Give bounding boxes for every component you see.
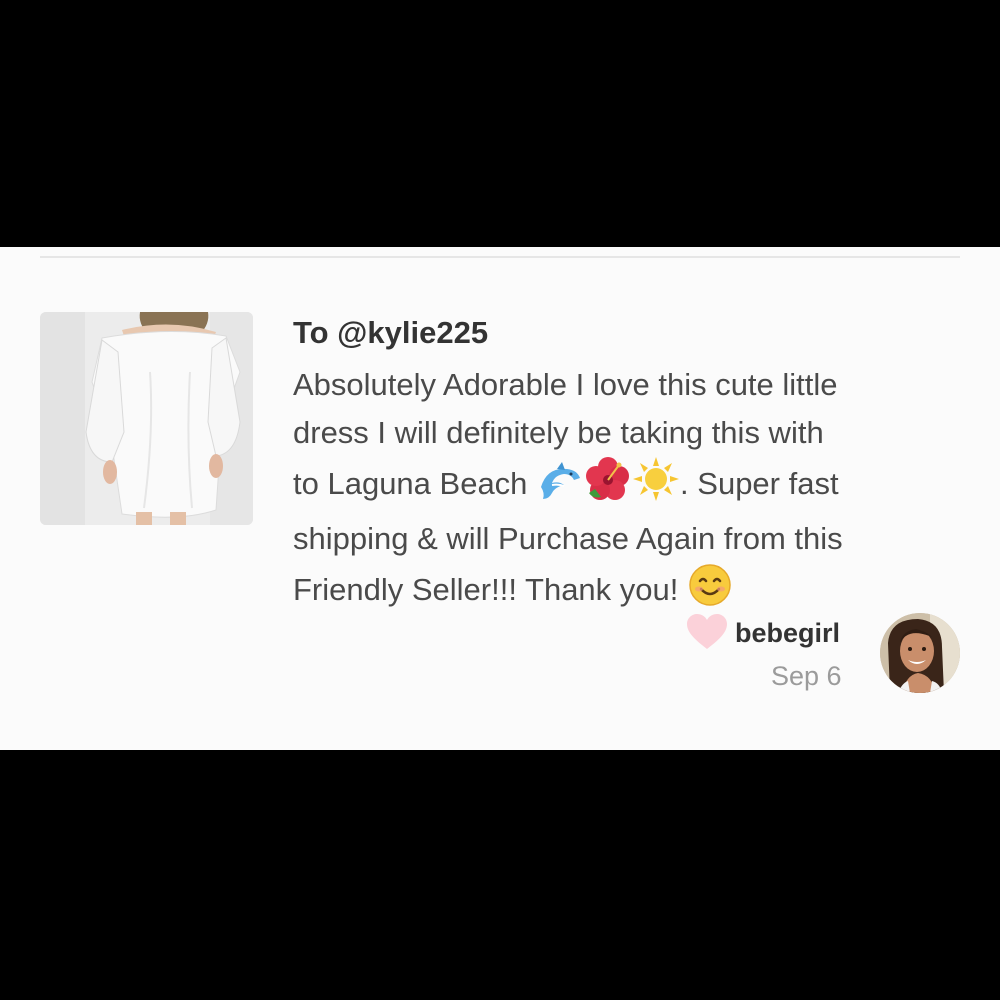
comment-line: Absolutely Adorable I love this cute lit…	[293, 367, 838, 402]
reviewer-username[interactable]: bebegirl	[735, 615, 840, 651]
comment-line: to Laguna Beach	[293, 466, 537, 501]
product-thumbnail[interactable]	[40, 312, 253, 525]
review-date: Sep 6	[771, 661, 842, 691]
sun-emoji	[633, 457, 680, 515]
comment-line-with-emojis: to Laguna Beach . Super fast	[293, 457, 973, 515]
letterbox-background: To @kylie225 Absolutely Adorable I love …	[0, 0, 1000, 1000]
comment-line: dress I will definitely be taking this w…	[293, 415, 824, 450]
reviewer-avatar[interactable]	[880, 613, 960, 693]
review-recipient: To @kylie225	[293, 315, 489, 350]
review-comment: Absolutely Adorable I love this cute lit…	[293, 361, 973, 621]
review-card: To @kylie225 Absolutely Adorable I love …	[0, 247, 1000, 750]
comment-line: . Super fast	[680, 466, 839, 501]
dolphin-emoji	[537, 461, 583, 515]
comment-line-with-emoji: Friendly Seller!!! Thank you!	[293, 563, 973, 621]
comment-line: shipping & will Purchase Again from this	[293, 521, 843, 556]
hibiscus-emoji	[585, 457, 631, 515]
comment-line: Friendly Seller!!! Thank you!	[293, 572, 687, 607]
divider	[40, 256, 960, 258]
like-heart-icon[interactable]	[686, 613, 728, 651]
